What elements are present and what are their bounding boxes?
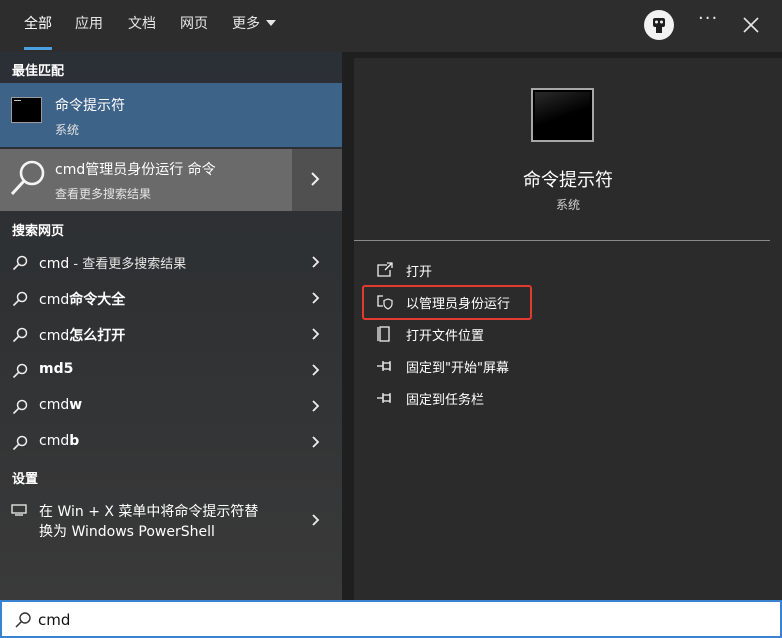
chevron-right-icon[interactable]	[310, 434, 322, 450]
search-suggestion-main[interactable]: cmd管理员身份运行 命令 查看更多搜索结果	[0, 149, 292, 211]
results-pane: 最佳匹配 命令提示符 系统 cmd管理员身份运行 命令 查看更多搜索结果 搜索网…	[0, 52, 342, 600]
tab-more[interactable]: 更多	[232, 0, 276, 52]
open-icon	[377, 262, 393, 277]
search-icon	[12, 399, 28, 415]
web-result-text: cmdb	[39, 433, 79, 449]
action-pin-to-taskbar-label: 固定到任务栏	[406, 393, 485, 408]
best-match-heading: 最佳匹配	[12, 64, 65, 79]
search-suggestion-item: cmd管理员身份运行 命令 查看更多搜索结果	[0, 149, 342, 211]
action-open[interactable]: 打开	[354, 254, 782, 286]
best-match-item[interactable]: 命令提示符 系统	[0, 83, 342, 147]
web-result-query: cmd	[39, 292, 70, 308]
tab-web[interactable]: 网页	[180, 0, 208, 52]
search-icon	[10, 160, 45, 196]
search-suggestion-title: cmd管理员身份运行 命令	[55, 162, 216, 178]
web-result-text: cmd怎么打开	[39, 325, 125, 345]
user-avatar-icon[interactable]	[644, 10, 674, 40]
chevron-right-icon[interactable]	[310, 512, 322, 528]
chevron-right-icon[interactable]	[310, 362, 322, 378]
action-open-file-location-label: 打开文件位置	[406, 329, 485, 344]
search-icon	[12, 363, 28, 379]
best-match-type: 系统	[55, 123, 80, 137]
tab-all[interactable]: 全部	[24, 0, 52, 52]
web-result-item[interactable]: cmd命令大全	[0, 280, 342, 316]
pin-icon	[377, 361, 391, 371]
tab-apps[interactable]: 应用	[75, 0, 103, 52]
action-open-label: 打开	[406, 265, 433, 280]
action-pin-to-start[interactable]: 固定到"开始"屏幕	[354, 350, 782, 382]
setting-item[interactable]: 在 Win + X 菜单中将命令提示符替 换为 Windows PowerShe…	[0, 498, 342, 550]
ellipsis-icon[interactable]: ···	[698, 8, 718, 29]
web-result-text: cmd命令大全	[39, 289, 125, 309]
command-prompt-preview-icon	[531, 88, 594, 142]
tab-more-label: 更多	[232, 16, 260, 32]
display-settings-icon	[11, 504, 27, 516]
search-icon	[15, 612, 31, 628]
search-icon	[12, 291, 28, 307]
highlight-annotation-box	[362, 285, 532, 320]
search-input[interactable]	[38, 608, 638, 632]
web-result-text: md5	[39, 361, 73, 377]
chevron-right-icon[interactable]	[309, 170, 321, 188]
web-result-query: cmd	[39, 397, 70, 413]
web-result-item[interactable]: cmdw	[0, 388, 342, 424]
search-icon	[12, 255, 28, 271]
web-result-suffix: w	[69, 397, 83, 413]
search-icon	[12, 327, 28, 343]
tab-documents[interactable]: 文档	[128, 0, 156, 52]
search-icon	[12, 435, 28, 451]
web-result-item[interactable]: cmd - 查看更多搜索结果	[0, 244, 342, 280]
action-pin-to-taskbar[interactable]: 固定到任务栏	[354, 382, 782, 414]
web-result-suffix: md5	[39, 361, 74, 377]
web-search-heading: 搜索网页	[12, 224, 65, 239]
web-result-query: cmd	[39, 433, 70, 449]
divider	[354, 240, 770, 241]
web-result-item[interactable]: md5	[0, 352, 342, 388]
chevron-right-icon[interactable]	[310, 326, 322, 342]
web-result-suffix: 命令大全	[69, 292, 126, 308]
command-prompt-icon	[11, 97, 42, 123]
action-open-file-location[interactable]: 打开文件位置	[354, 318, 782, 350]
setting-item-line1: 在 Win + X 菜单中将命令提示符替	[39, 504, 259, 520]
file-location-icon	[377, 326, 390, 342]
web-result-text: cmd - 查看更多搜索结果	[39, 253, 186, 272]
web-result-suffix: 怎么打开	[69, 328, 126, 344]
setting-item-line2: 换为 Windows PowerShell	[39, 524, 215, 540]
details-app-type: 系统	[555, 198, 580, 212]
web-result-suffix: - 查看更多搜索结果	[69, 257, 187, 272]
details-app-name: 命令提示符	[523, 170, 613, 191]
details-pane: 命令提示符 系统 打开 以管理员身份运行 打开文件位置 固定到"开始"屏幕 固定…	[354, 58, 782, 600]
web-result-query: cmd	[39, 256, 70, 272]
settings-heading: 设置	[12, 472, 39, 487]
web-result-item[interactable]: cmdb	[0, 424, 342, 460]
chevron-right-icon[interactable]	[310, 398, 322, 414]
action-pin-to-start-label: 固定到"开始"屏幕	[406, 361, 509, 376]
chevron-right-icon[interactable]	[310, 290, 322, 306]
search-box	[0, 600, 782, 638]
best-match-name: 命令提示符	[55, 98, 125, 114]
pin-icon	[377, 393, 391, 403]
web-result-suffix: b	[69, 433, 80, 449]
chevron-down-icon	[266, 20, 276, 26]
web-result-item[interactable]: cmd怎么打开	[0, 316, 342, 352]
chevron-right-icon[interactable]	[310, 254, 322, 270]
search-suggestion-subtitle: 查看更多搜索结果	[55, 187, 152, 201]
close-icon[interactable]	[740, 10, 762, 38]
top-tab-bar: 全部 应用 文档 网页 更多 ···	[0, 0, 782, 52]
web-result-text: cmdw	[39, 397, 82, 413]
web-result-query: cmd	[39, 328, 70, 344]
